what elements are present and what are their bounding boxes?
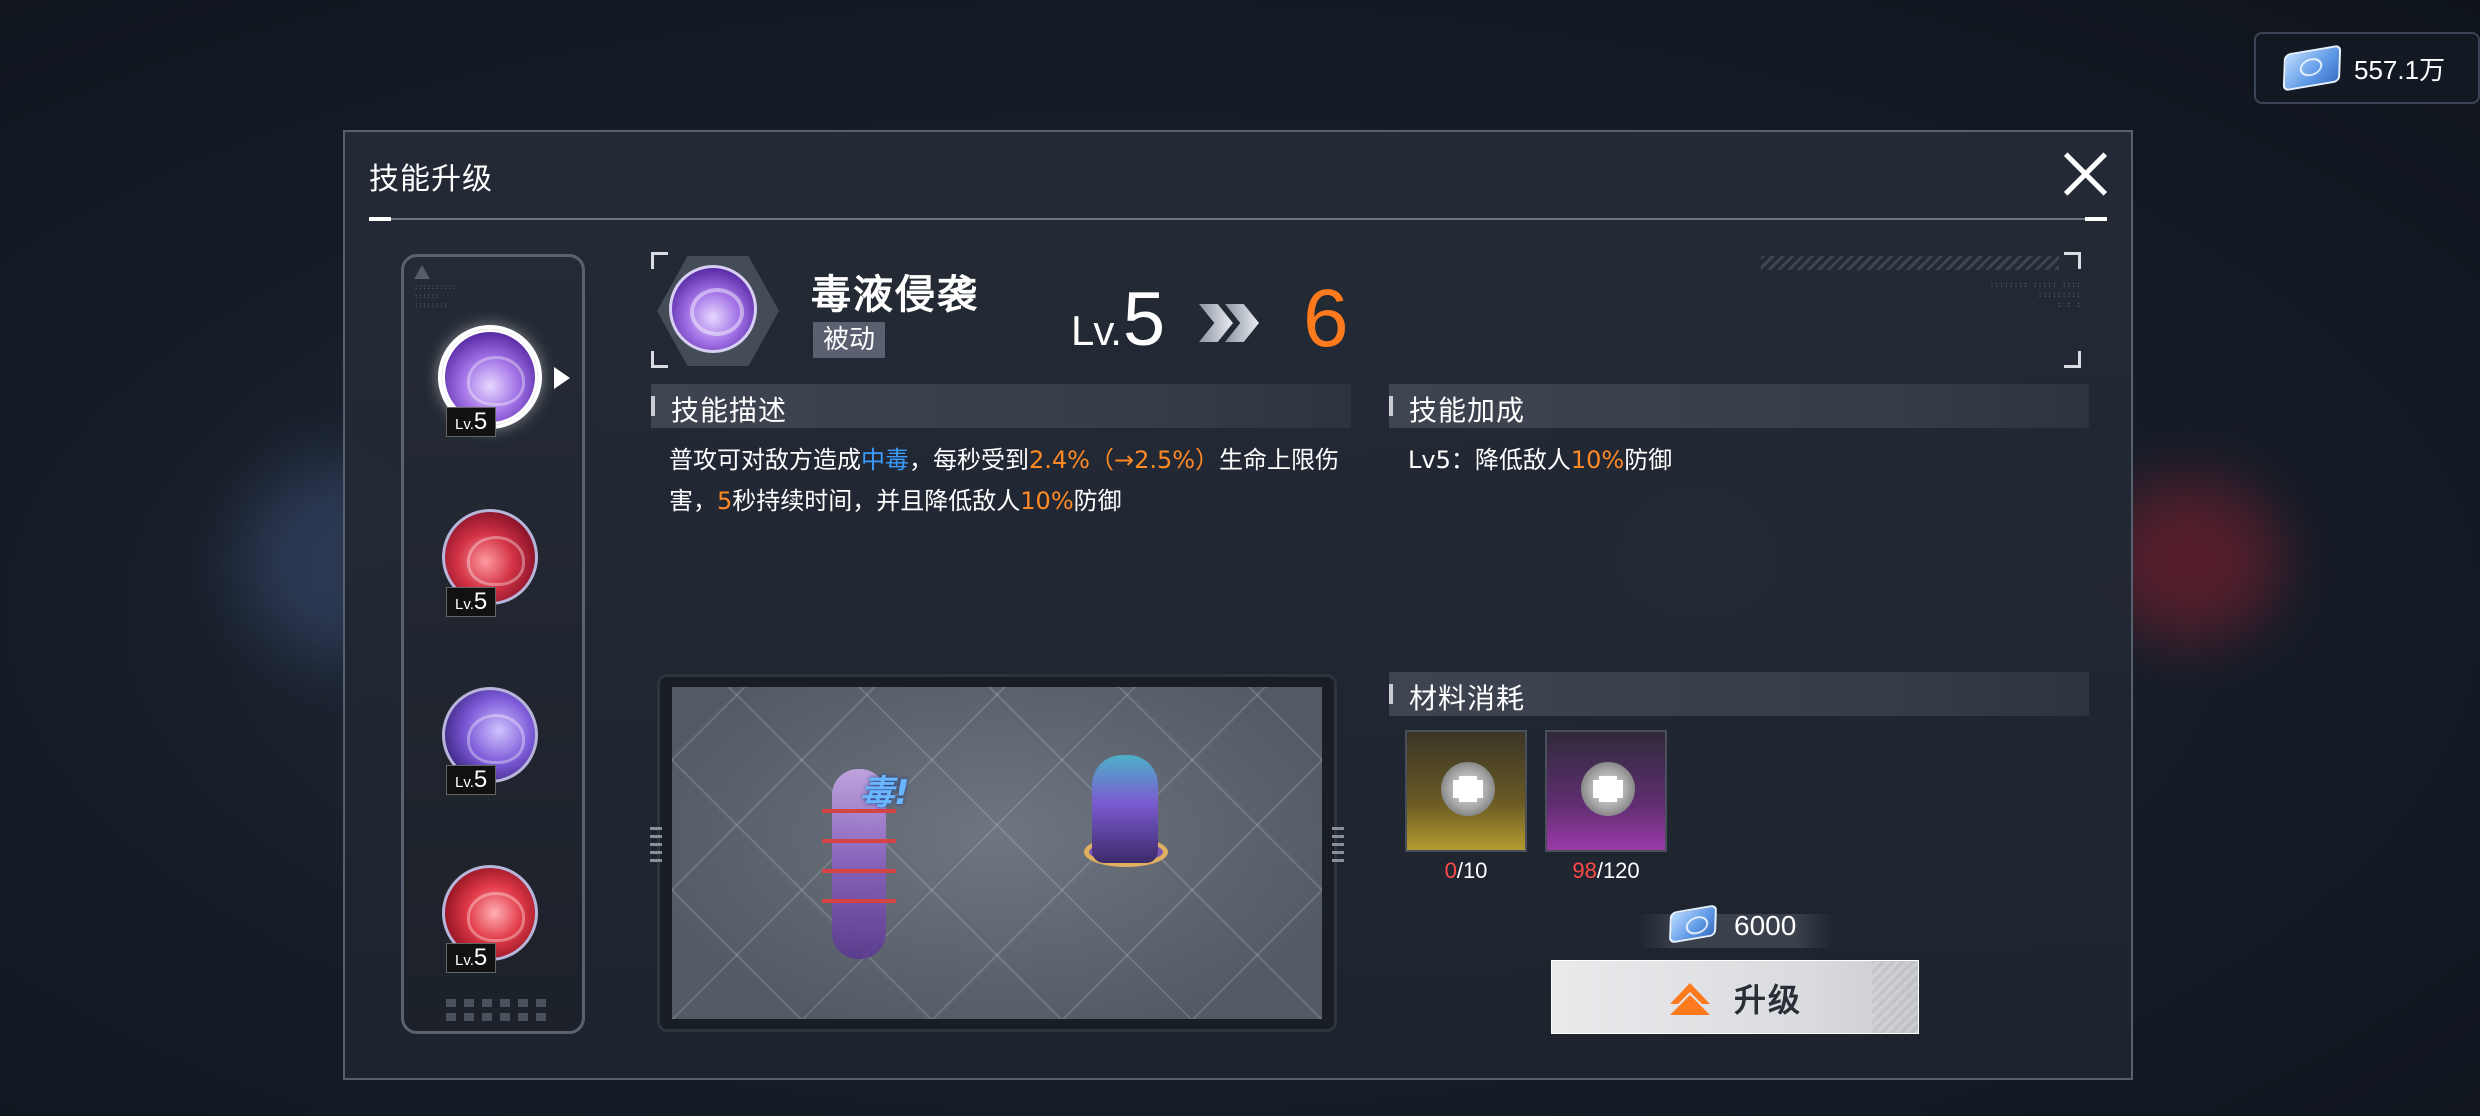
- skill-header: 毒液侵袭 被动 Lv.5 6 :::::::: ::::: ::::::::::…: [651, 252, 2081, 368]
- header-code-decoration: :::::::: ::::: :::::::::::::: : :: [1989, 280, 2081, 309]
- skill-bonus: Lv5：降低敌人10%防御: [1408, 446, 1673, 474]
- skill-item-2[interactable]: Lv.5: [442, 509, 542, 617]
- ticket-icon: [2282, 44, 2342, 92]
- skill-list: :::::::::::::::::::::::: Lv.5 Lv.5 Lv.5 …: [401, 254, 585, 1034]
- ticket-icon: [1668, 904, 1718, 944]
- rail-dots-decoration: [446, 999, 546, 1021]
- upgrade-arrow-icon: [1670, 983, 1710, 1015]
- selected-arrow-icon: [554, 367, 570, 389]
- description-header: 技能描述: [651, 384, 1351, 428]
- material-item[interactable]: 98/120: [1545, 730, 1667, 884]
- bonus-header: 技能加成: [1389, 384, 2089, 428]
- poison-hit-text: 毒!: [860, 773, 910, 813]
- skill-description: 普攻可对敌方造成中毒，每秒受到2.4%（→2.5%）生命上限伤害，5秒持续时间，…: [669, 446, 1340, 515]
- materials-header: 材料消耗: [1389, 672, 2089, 716]
- title-divider: [369, 217, 2107, 221]
- preview-battlefield: 毒!: [672, 687, 1322, 1019]
- materials-list: 0/10 98/120: [1405, 730, 1667, 884]
- skill-item-3[interactable]: Lv.5: [442, 687, 542, 795]
- material-item[interactable]: 0/10: [1405, 730, 1527, 884]
- currency-display: 557.1万: [2254, 32, 2480, 104]
- next-level: 6: [1303, 273, 1349, 364]
- current-level: Lv.5: [1071, 277, 1165, 362]
- header-stripe-decoration: [1761, 256, 2059, 270]
- skill-level-badge: Lv.5: [446, 943, 497, 973]
- skill-upgrade-dialog: 技能升级 :::::::::::::::::::::::: Lv.5 Lv.5 …: [343, 130, 2133, 1080]
- preview-handle-right: [1332, 827, 1344, 867]
- gold-core-material-icon: [1405, 730, 1527, 852]
- purple-core-material-icon: [1545, 730, 1667, 852]
- close-icon[interactable]: [2061, 150, 2109, 198]
- upgrade-cost: 6000: [1638, 904, 1834, 948]
- preview-handle-left: [650, 827, 662, 867]
- material-count: 98/120: [1572, 858, 1640, 883]
- skill-level-badge: Lv.5: [446, 587, 497, 617]
- skill-name: 毒液侵袭: [811, 272, 979, 318]
- upgrade-button[interactable]: 升级: [1551, 960, 1919, 1034]
- currency-amount: 557.1万: [2354, 54, 2446, 85]
- skill-preview: 毒!: [650, 674, 1344, 1032]
- skill-item-venom[interactable]: Lv.5: [442, 329, 570, 437]
- level-arrow-icon: [1199, 304, 1269, 344]
- material-count: 0/10: [1444, 858, 1488, 883]
- venom-skill-icon: [669, 265, 757, 353]
- hero-sprite: [1092, 755, 1158, 863]
- skill-level-badge: Lv.5: [446, 765, 497, 795]
- upgrade-button-label: 升级: [1734, 981, 1803, 1019]
- skill-level-badge: Lv.5: [446, 407, 497, 437]
- dialog-title: 技能升级: [369, 162, 493, 197]
- rail-decoration: ::::::::::::::::::::::::: [414, 283, 457, 309]
- skill-type-badge: 被动: [813, 322, 886, 358]
- warning-icon: [414, 265, 430, 279]
- skill-item-4[interactable]: Lv.5: [442, 865, 542, 973]
